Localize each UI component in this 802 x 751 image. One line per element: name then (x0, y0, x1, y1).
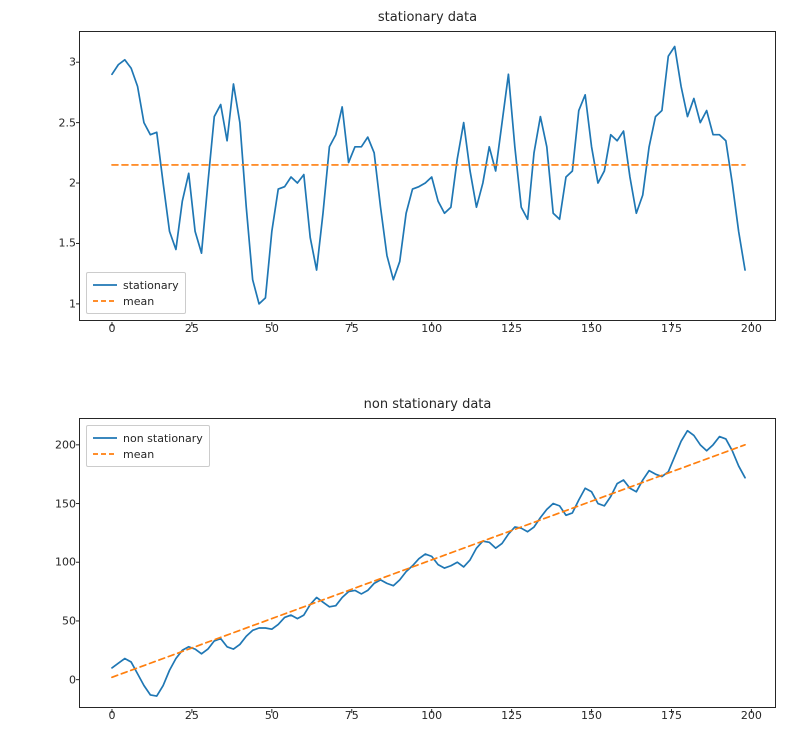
legend-label: non stationary (123, 432, 203, 445)
legend-entry: non stationary (93, 430, 203, 446)
legend-swatch (93, 296, 117, 306)
ytick-label: 1.5 (59, 237, 77, 250)
title-nonstationary: non stationary data (80, 397, 775, 412)
xtick-label: 125 (501, 322, 522, 335)
ytick-label: 100 (55, 556, 76, 569)
xtick-label: 50 (265, 709, 279, 722)
xtick-label: 0 (108, 709, 115, 722)
xtick-label: 200 (741, 709, 762, 722)
legend-entry: stationary (93, 277, 179, 293)
legend-swatch (93, 449, 117, 459)
xtick-label: 75 (345, 709, 359, 722)
legend-swatch (93, 433, 117, 443)
figure: stationary data 0255075100125150175200 1… (0, 0, 802, 751)
xtick-label: 200 (741, 322, 762, 335)
legend-stationary: stationary mean (86, 272, 186, 314)
ytick-label: 3 (69, 56, 76, 69)
series-stationary (112, 47, 745, 304)
ytick-label: 200 (55, 438, 76, 451)
legend-label: stationary (123, 279, 179, 292)
ytick-label: 150 (55, 497, 76, 510)
xtick-label: 150 (581, 322, 602, 335)
series-mean (112, 445, 745, 677)
axes-stationary: stationary data 0255075100125150175200 1… (79, 31, 776, 321)
xtick-label: 50 (265, 322, 279, 335)
xtick-label: 100 (421, 709, 442, 722)
legend-entry: mean (93, 293, 179, 309)
series-non-stationary (112, 431, 745, 696)
axes-nonstationary: non stationary data 02550751001251501752… (79, 418, 776, 708)
legend-label: mean (123, 448, 154, 461)
xtick-label: 150 (581, 709, 602, 722)
xtick-label: 175 (661, 322, 682, 335)
xtick-label: 25 (185, 709, 199, 722)
legend-label: mean (123, 295, 154, 308)
xtick-label: 175 (661, 709, 682, 722)
xtick-label: 0 (108, 322, 115, 335)
ytick-label: 1 (69, 297, 76, 310)
legend-nonstationary: non stationary mean (86, 425, 210, 467)
ytick-label: 0 (69, 673, 76, 686)
xtick-label: 100 (421, 322, 442, 335)
legend-swatch (93, 280, 117, 290)
xtick-label: 125 (501, 709, 522, 722)
xtick-label: 75 (345, 322, 359, 335)
ytick-label: 50 (62, 614, 76, 627)
ytick-label: 2.5 (59, 116, 77, 129)
title-stationary: stationary data (80, 10, 775, 25)
legend-entry: mean (93, 446, 203, 462)
xtick-label: 25 (185, 322, 199, 335)
ytick-label: 2 (69, 177, 76, 190)
